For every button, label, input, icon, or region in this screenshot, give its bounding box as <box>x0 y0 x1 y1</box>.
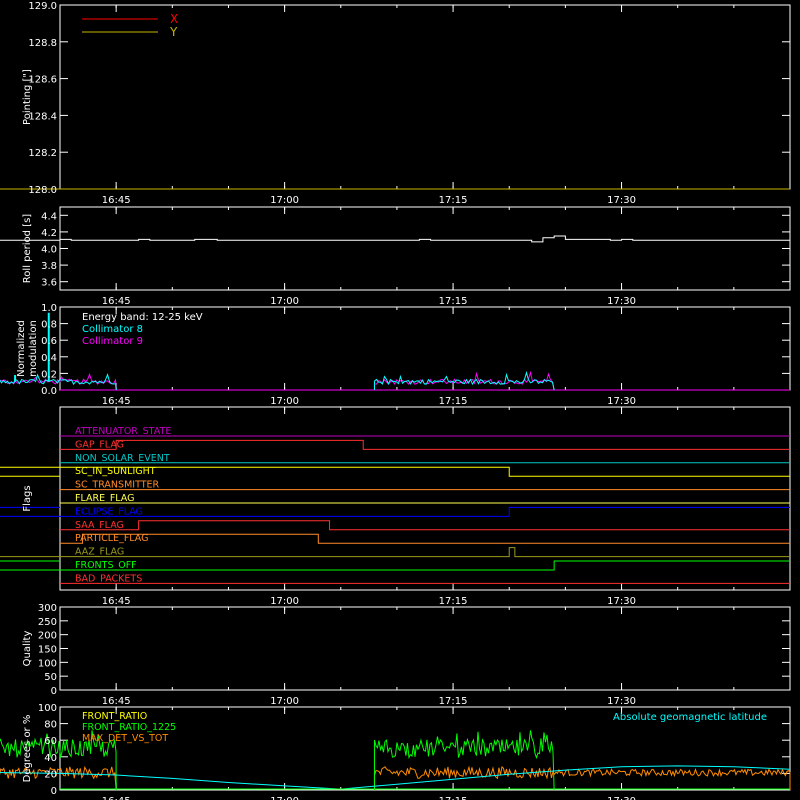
ratios-legend-label: MAX_DET_VS_TOT <box>82 733 168 744</box>
modulation-xtick-label: 17:30 <box>607 396 636 407</box>
quality-ytick-label: 0 <box>51 686 57 697</box>
flags-xtick-label: 16:45 <box>102 596 131 607</box>
flags-xtick-label: 17:00 <box>270 596 299 607</box>
ratios-xtick-label: 17:00 <box>270 796 299 800</box>
modulation-legend-label: Collimator 9 <box>82 336 143 347</box>
pointing-ytick-label: 129.0 <box>28 1 57 12</box>
flag-label: FRONTS_OFF <box>75 560 137 571</box>
roll-ytick-label: 4.0 <box>41 245 57 256</box>
ratios-ytick-label: 0 <box>51 786 57 797</box>
modulation-ytick-label: 0.6 <box>41 336 57 347</box>
pointing-ytick-label: 128.6 <box>28 75 57 86</box>
ratios-ylabel: Degrees or % <box>22 715 33 783</box>
quality-xtick-label: 17:15 <box>439 696 468 707</box>
modulation-xtick-label: 17:00 <box>270 396 299 407</box>
flag-label: ECLIPSE_FLAG <box>75 506 143 517</box>
ratios-ytick-label: 80 <box>44 720 57 731</box>
quality-ylabel: Quality <box>22 631 33 667</box>
quality-ytick-label: 200 <box>38 631 57 642</box>
roll-ytick-label: 4.2 <box>41 228 57 239</box>
flag-label: ATTENUATOR_STATE <box>75 426 171 437</box>
pointing-ytick-label: 128.8 <box>28 38 57 49</box>
pointing-legend-label: Y <box>169 25 178 39</box>
flag-label: FLARE_FLAG <box>75 493 135 504</box>
pointing-xtick-label: 17:00 <box>270 195 299 206</box>
modulation-ytick-label: 1.0 <box>41 303 57 314</box>
pointing-ytick-label: 128.2 <box>28 148 57 159</box>
flag-label: GAP_FLAG <box>75 439 124 450</box>
roll-ytick-label: 3.6 <box>41 278 57 289</box>
ratios-ytick-label: 40 <box>44 753 57 764</box>
flags-xtick-label: 17:15 <box>439 596 468 607</box>
flag-label: SAA_FLAG <box>75 520 124 531</box>
ratios-xtick-label: 17:30 <box>607 796 636 800</box>
chart-canvas: 16:1516:3016:4517:0017:1517:30Pointing [… <box>0 0 800 800</box>
modulation-ytick-label: 0.2 <box>41 369 57 380</box>
quality-ytick-label: 300 <box>38 603 57 614</box>
flags-xtick-label: 17:30 <box>607 596 636 607</box>
roll-xtick-label: 17:00 <box>270 296 299 307</box>
pointing-xtick-label: 17:30 <box>607 195 636 206</box>
roll-ylabel: Roll period [s] <box>22 214 33 283</box>
quality-xtick-label: 17:00 <box>270 696 299 707</box>
flag-label: BAD_PACKETS <box>75 573 142 584</box>
flag-label: SC_IN_SUNLIGHT <box>75 466 156 477</box>
ratios-ytick-label: 100 <box>38 703 57 714</box>
pointing-ytick-label: 128.4 <box>28 111 57 122</box>
quality-ytick-label: 50 <box>44 672 57 683</box>
modulation-xtick-label: 17:15 <box>439 396 468 407</box>
pointing-legend-label: X <box>170 12 178 26</box>
modulation-ytick-label: 0.4 <box>41 353 57 364</box>
ratios-ytick-label: 20 <box>44 769 57 780</box>
ratios-right-label: Absolute geomagnetic latitude <box>613 712 767 723</box>
pointing-ytick-label: 128.0 <box>28 185 57 196</box>
modulation-ytick-label: 0.8 <box>41 320 57 331</box>
ratios-xtick-label: 16:45 <box>102 796 131 800</box>
pointing-xtick-label: 16:45 <box>102 195 131 206</box>
pointing-xtick-label: 17:15 <box>439 195 468 206</box>
roll-ytick-label: 3.8 <box>41 261 57 272</box>
roll-xtick-label: 17:15 <box>439 296 468 307</box>
modulation-ytick-label: 0.0 <box>41 386 57 397</box>
modulation-legend-label: Collimator 8 <box>82 324 143 335</box>
flag-label: NON_SOLAR_EVENT <box>75 453 170 464</box>
quality-ytick-label: 250 <box>38 617 57 628</box>
quality-xtick-label: 17:30 <box>607 696 636 707</box>
roll-xtick-label: 17:30 <box>607 296 636 307</box>
ratios-legend-label: FRONT_RATIO_1225 <box>82 722 176 733</box>
modulation-ylabel-2: modulation <box>28 320 39 377</box>
modulation-legend-label: Energy band: 12-25 keV <box>82 312 203 323</box>
modulation-ylabel-1: Normalized <box>16 320 27 377</box>
modulation-xtick-label: 16:45 <box>102 396 131 407</box>
ratios-xtick-label: 17:15 <box>439 796 468 800</box>
quality-ytick-label: 100 <box>38 658 57 669</box>
ratios-ytick-label: 60 <box>44 736 57 747</box>
flag-label: SC_TRANSMITTER <box>75 480 160 491</box>
roll-ytick-label: 4.4 <box>41 211 57 222</box>
ratios-legend-label: FRONT_RATIO <box>82 711 147 722</box>
quality-ytick-label: 150 <box>38 645 57 656</box>
flags-ylabel: Flags <box>22 485 33 511</box>
quality-xtick-label: 16:45 <box>102 696 131 707</box>
roll-xtick-label: 16:45 <box>102 296 131 307</box>
flag-label: AAZ_FLAG <box>75 547 124 558</box>
flag-label: PARTICLE_FLAG <box>75 533 148 544</box>
